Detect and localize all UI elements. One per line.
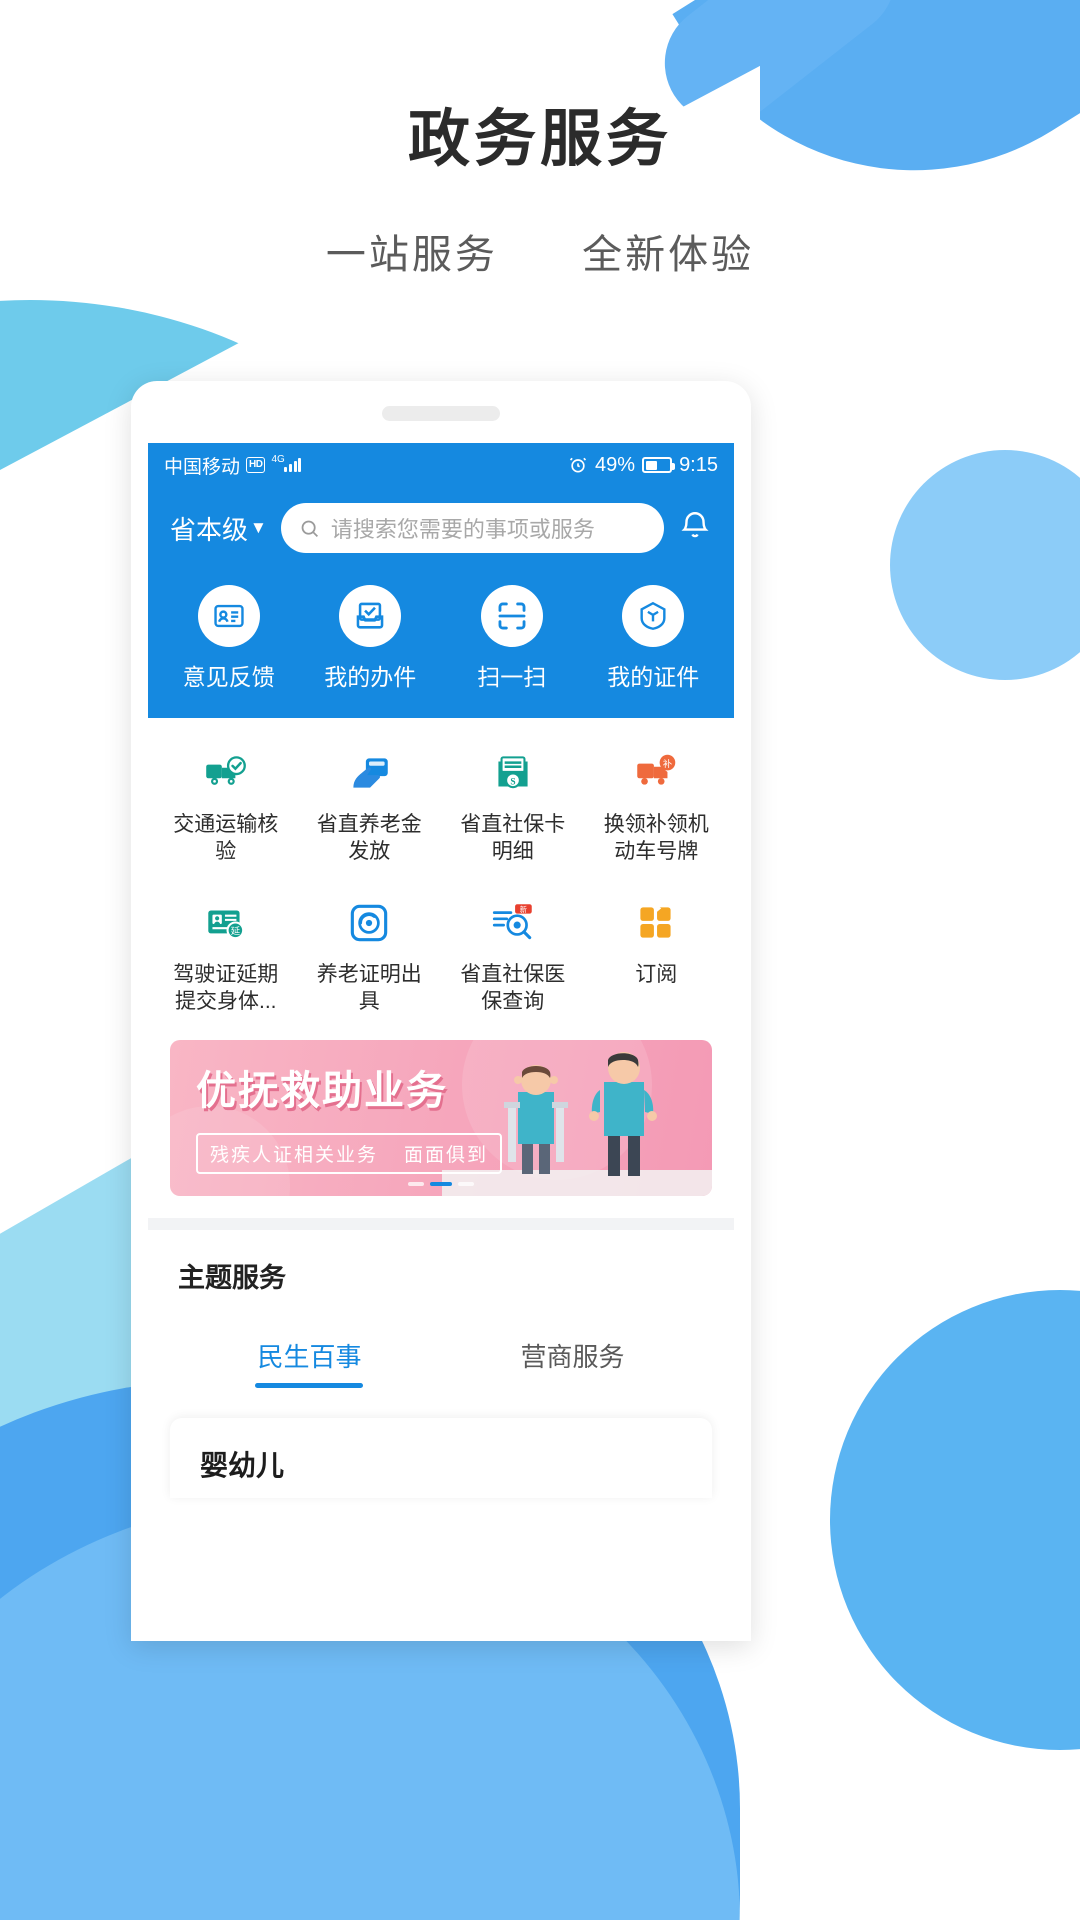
pension-certificate-icon — [342, 896, 396, 950]
service-item-label: 驾驶证延期提交身体... — [173, 962, 279, 1013]
bell-icon[interactable] — [678, 509, 712, 548]
tab-minsheng[interactable]: 民生百事 — [257, 1337, 361, 1388]
quick-action-my-applications[interactable]: 我的办件 — [300, 585, 442, 692]
service-item-transport-verification[interactable]: 交通运输核验 — [154, 738, 298, 874]
battery-icon — [642, 457, 676, 473]
theme-card-infant[interactable]: 婴幼儿 — [170, 1417, 712, 1498]
carousel-dot[interactable] — [408, 1181, 424, 1186]
carrier-label: 中国移动 — [164, 456, 241, 478]
service-item-label: 订阅 — [635, 962, 678, 986]
section-title: 主题服务 — [178, 1262, 286, 1293]
phone-speaker — [382, 406, 500, 421]
search-input[interactable]: 请搜索您需要的事项或服务 — [280, 503, 664, 553]
location-selector[interactable]: 省本级 ▼ — [170, 510, 267, 547]
social-security-card-icon: S — [486, 746, 540, 800]
chevron-down-icon: ▼ — [250, 518, 267, 537]
quick-action-label: 意见反馈 — [182, 664, 275, 690]
service-item-pension-certificate[interactable]: 养老证明出具 — [298, 888, 442, 1024]
tab-business[interactable]: 营商服务 — [520, 1337, 624, 1388]
alarm-clock-icon — [569, 457, 587, 473]
service-item-label: 交通运输核验 — [173, 813, 279, 863]
quick-actions: 意见反馈 我的办件 扫一扫 我的证件 — [148, 557, 734, 692]
carousel-dots[interactable] — [408, 1181, 474, 1186]
quick-action-my-certificates[interactable]: 我的证件 — [583, 585, 725, 692]
id-card-icon — [197, 585, 260, 647]
network-type-label: 4G — [271, 454, 285, 465]
service-item-social-security-card-detail[interactable]: S 省直社保卡明细 — [441, 738, 585, 874]
banner-title: 优抚救助业务 — [196, 1068, 448, 1113]
svg-text:新: 新 — [520, 905, 527, 914]
banner-tag-left: 残疾人证相关业务 — [210, 1144, 379, 1166]
signal-bars-icon: 4G — [271, 454, 302, 472]
svg-text:S: S — [510, 777, 515, 787]
search-placeholder: 请搜索您需要的事项或服务 — [330, 517, 595, 542]
banner-carousel[interactable]: 优抚救助业务 残疾人证相关业务 面面俱到 — [170, 1039, 712, 1196]
search-row: 省本级 ▼ 请搜索您需要的事项或服务 — [148, 487, 734, 557]
status-bar-right: 49% 9:15 — [568, 454, 718, 477]
service-item-label: 省直社保医保查询 — [460, 962, 566, 1013]
status-bar: 中国移动 HD 4G 49% 9:15 — [148, 443, 734, 487]
section-divider — [148, 1217, 734, 1230]
hand-card-icon — [342, 746, 396, 800]
search-icon — [301, 520, 318, 537]
location-label: 省本级 — [170, 514, 249, 545]
banner-carousel-wrap: 优抚救助业务 残疾人证相关业务 面面俱到 — [148, 1034, 734, 1196]
banner-tag-right: 面面俱到 — [404, 1144, 489, 1166]
status-bar-left: 中国移动 HD 4G — [164, 452, 302, 479]
battery-percent-label: 49% — [595, 453, 636, 476]
blob-bottom-right — [830, 1290, 1080, 1750]
phone-screen: 中国移动 HD 4G 49% 9:15 省本级 ▼ 请搜索您需要的事项或服务 意… — [148, 443, 734, 1641]
service-item-pension-payment[interactable]: 省直养老金发放 — [298, 738, 442, 874]
service-item-subscribe[interactable]: 订阅 — [585, 888, 729, 1024]
theme-card-title: 婴幼儿 — [200, 1449, 285, 1481]
svg-text:补: 补 — [663, 758, 673, 769]
service-grid: 交通运输核验 省直养老金发放 S 省直社保卡明细 补 换领补领机动车号牌 延 驾… — [148, 718, 734, 1034]
theme-service-section: 主题服务 民生百事 营商服务 — [148, 1229, 734, 1388]
service-item-label: 换领补领机动车号牌 — [603, 813, 709, 863]
quick-action-feedback[interactable]: 意见反馈 — [158, 585, 300, 692]
hero-headings: 政务服务 一站服务 全新体验 — [0, 0, 1080, 280]
license-plate-icon: 补 — [629, 746, 683, 800]
quick-action-label: 我的办件 — [324, 664, 417, 690]
quick-action-label: 扫一扫 — [477, 664, 547, 690]
scan-icon — [480, 585, 543, 647]
subscribe-icon — [629, 896, 683, 950]
page-title: 政务服务 — [407, 105, 672, 174]
service-item-medical-insurance-query[interactable]: 新 省直社保医保查询 — [441, 888, 585, 1024]
quick-action-label: 我的证件 — [607, 664, 700, 690]
page-subtitle: 一站服务 全新体验 — [0, 222, 1080, 280]
inbox-check-icon — [339, 585, 402, 647]
phone-mockup: 中国移动 HD 4G 49% 9:15 省本级 ▼ 请搜索您需要的事项或服务 意… — [131, 381, 751, 1641]
svg-text:延: 延 — [230, 925, 240, 936]
hd-badge: HD — [246, 457, 266, 473]
truck-check-icon — [199, 746, 253, 800]
subtitle-left: 一站服务 — [325, 233, 498, 277]
shield-box-icon — [622, 585, 685, 647]
banner-subtitle: 残疾人证相关业务 面面俱到 — [196, 1132, 503, 1174]
medical-insurance-query-icon: 新 — [486, 896, 540, 950]
banner-illustration-person-left — [504, 1064, 568, 1174]
banner-illustration-person-right — [589, 1051, 657, 1176]
service-item-license-plate-replacement[interactable]: 补 换领补领机动车号牌 — [585, 738, 729, 874]
carousel-dot[interactable] — [458, 1181, 474, 1186]
quick-action-scan[interactable]: 扫一扫 — [441, 585, 583, 692]
clock-label: 9:15 — [679, 453, 718, 476]
blob-right-middle — [890, 450, 1080, 680]
service-item-label: 养老证明出具 — [316, 962, 422, 1013]
theme-tabs: 民生百事 营商服务 — [178, 1337, 704, 1388]
app-header: 省本级 ▼ 请搜索您需要的事项或服务 意见反馈 我的办件 扫一扫 我的证件 — [148, 487, 734, 718]
subtitle-right: 全新体验 — [582, 233, 755, 277]
signal-bars — [284, 458, 302, 472]
driver-license-icon: 延 — [199, 896, 253, 950]
service-item-label: 省直养老金发放 — [316, 813, 422, 863]
service-item-label: 省直社保卡明细 — [460, 813, 566, 863]
carousel-dot-active[interactable] — [430, 1181, 452, 1186]
service-item-driver-license-extension[interactable]: 延 驾驶证延期提交身体... — [154, 888, 298, 1024]
